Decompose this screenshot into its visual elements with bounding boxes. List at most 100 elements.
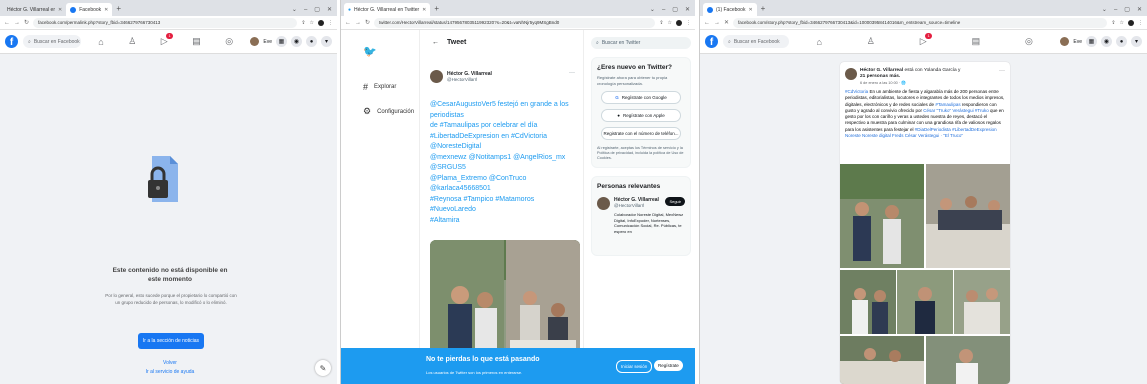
phone-signup-button[interactable]: Registrate con el número de teléfon... bbox=[601, 127, 681, 140]
avatar[interactable] bbox=[845, 68, 857, 80]
home-icon[interactable]: ⌂ bbox=[816, 37, 821, 47]
post-photo[interactable] bbox=[840, 270, 896, 334]
more-options-icon[interactable]: ··· bbox=[569, 70, 575, 76]
friends-icon[interactable]: ♙ bbox=[128, 36, 136, 47]
tweet-line[interactable]: #LibertadDeExpresion en #CdVictoria @Nor… bbox=[430, 132, 580, 153]
watch-icon[interactable]: ▷ 1 bbox=[920, 33, 932, 47]
profile-icon[interactable] bbox=[676, 19, 682, 26]
marketplace-icon[interactable]: ▤ bbox=[192, 36, 201, 47]
edit-icon[interactable]: ✎ bbox=[315, 360, 331, 376]
minimize-icon[interactable]: – bbox=[304, 7, 307, 13]
relevant-person[interactable]: Héctor G. Villarreal @HectorVillarrl Seg… bbox=[597, 197, 685, 210]
forward-icon[interactable]: → bbox=[14, 20, 20, 26]
search-input[interactable]: ⌕ Buscar en Facebook bbox=[23, 35, 81, 48]
back-arrow-icon[interactable]: ← bbox=[432, 39, 439, 46]
star-icon[interactable]: ☆ bbox=[1120, 20, 1124, 26]
reload-icon[interactable]: ↻ bbox=[365, 19, 370, 26]
avatar[interactable] bbox=[430, 70, 443, 83]
facebook-logo-icon[interactable]: f bbox=[705, 35, 718, 48]
notifications-icon[interactable]: ● bbox=[306, 36, 317, 47]
star-icon[interactable]: ☆ bbox=[668, 20, 672, 26]
profile-icon[interactable] bbox=[318, 19, 324, 26]
close-tab-icon[interactable]: ✕ bbox=[422, 7, 426, 13]
account-chevron-icon[interactable]: ▾ bbox=[1131, 36, 1142, 47]
tab-twitter[interactable]: ● Héctor G. Villarreal en Twitter ✕ bbox=[344, 3, 431, 16]
tab-search-icon[interactable]: ⌄ bbox=[292, 6, 297, 13]
messenger-icon[interactable]: ◉ bbox=[291, 36, 302, 47]
post-author[interactable]: Héctor G. Villarreal bbox=[860, 68, 903, 73]
close-window-icon[interactable]: ✕ bbox=[1137, 6, 1142, 13]
tab-search-icon[interactable]: ⌄ bbox=[1102, 6, 1107, 13]
share-icon[interactable]: ⇪ bbox=[659, 20, 663, 26]
post-hashtag[interactable]: César "Truko" Verástegui bbox=[923, 108, 973, 113]
menu-grid-icon[interactable]: ▦ bbox=[1086, 36, 1097, 47]
maximize-icon[interactable]: ▢ bbox=[314, 6, 320, 13]
tweet-line[interactable]: @CesarAugustoVer5 festejó en grande a lo… bbox=[430, 100, 580, 121]
url-field[interactable]: facebook.com/story.php?story_fbid=346627… bbox=[733, 17, 1108, 28]
share-icon[interactable]: ⇪ bbox=[301, 20, 305, 26]
tweet-line[interactable]: @mexnewz @Notitamps1 @AngelRios_mx @SRGU… bbox=[430, 153, 580, 174]
forward-icon[interactable]: → bbox=[714, 20, 720, 26]
stop-icon[interactable]: ✕ bbox=[724, 19, 729, 26]
post-time[interactable]: 6 de enero a las 10:00 · 🌐 bbox=[860, 80, 960, 85]
google-signup-button[interactable]: G Regístrate con Google bbox=[601, 91, 681, 104]
nav-settings[interactable]: ⚙ Configuración bbox=[363, 106, 414, 117]
post-photo[interactable] bbox=[926, 336, 1010, 384]
user-name[interactable]: Eve bbox=[263, 39, 272, 45]
close-tab-icon[interactable]: ✕ bbox=[104, 7, 108, 13]
tab-facebook[interactable]: Facebook ✕ bbox=[66, 3, 113, 16]
marketplace-icon[interactable]: ▤ bbox=[972, 36, 981, 47]
close-tab-icon[interactable]: ✕ bbox=[748, 7, 752, 13]
post-hashtag[interactable]: #Tamaulipas bbox=[935, 102, 960, 107]
post-photo[interactable] bbox=[926, 164, 1010, 268]
forward-icon[interactable]: → bbox=[355, 20, 361, 26]
tweet-author[interactable]: Héctor G. Villarreal @HectorVillarrl bbox=[430, 70, 492, 83]
nav-explore[interactable]: # Explorar bbox=[363, 82, 396, 92]
author-handle[interactable]: @HectorVillarrl bbox=[447, 77, 492, 82]
new-tab-button[interactable]: + bbox=[430, 3, 443, 16]
apple-signup-button[interactable]: ● Regístrate con Apple bbox=[601, 109, 681, 122]
star-icon[interactable]: ☆ bbox=[310, 20, 314, 26]
help-link[interactable]: Ir al servicio de ayuda bbox=[120, 369, 220, 375]
user-name[interactable]: Eve bbox=[1073, 39, 1082, 45]
back-icon[interactable]: ← bbox=[345, 20, 351, 26]
new-tab-button[interactable]: + bbox=[112, 3, 125, 16]
friends-icon[interactable]: ♙ bbox=[867, 36, 875, 47]
more-options-icon[interactable]: ··· bbox=[999, 68, 1005, 74]
tab-facebook[interactable]: (1) Facebook ✕ bbox=[703, 3, 757, 16]
url-field[interactable]: twitter.com/HectorVillarreal/status/1479… bbox=[374, 17, 656, 28]
post-photos[interactable] bbox=[840, 164, 1010, 384]
tweet-line[interactable]: #Altamira bbox=[430, 216, 580, 227]
post-photo[interactable] bbox=[954, 270, 1010, 334]
person-handle[interactable]: @HectorVillarrl bbox=[614, 203, 659, 208]
maximize-icon[interactable]: ▢ bbox=[672, 6, 678, 13]
back-icon[interactable]: ← bbox=[704, 20, 710, 26]
profile-icon[interactable] bbox=[1128, 19, 1134, 26]
groups-icon[interactable]: ◎ bbox=[1025, 36, 1033, 47]
close-window-icon[interactable]: ✕ bbox=[327, 6, 332, 13]
twitter-logo-icon[interactable]: 🐦 bbox=[363, 45, 377, 58]
tweet-line[interactable]: @Plama_Extremo @ConTruco @karlaca4566850… bbox=[430, 174, 580, 195]
news-feed-button[interactable]: Ir a la sección de noticias bbox=[138, 333, 204, 349]
post-photo[interactable] bbox=[897, 270, 953, 334]
maximize-icon[interactable]: ▢ bbox=[1124, 6, 1130, 13]
groups-icon[interactable]: ◎ bbox=[225, 36, 233, 47]
share-icon[interactable]: ⇪ bbox=[1111, 20, 1115, 26]
tweet-line[interactable]: #Reynosa #Tampico #Matamoros #NuevoLared… bbox=[430, 195, 580, 216]
search-input[interactable]: ⌕ Buscar en Facebook bbox=[723, 35, 789, 48]
reload-icon[interactable]: ↻ bbox=[24, 19, 29, 26]
post-photo[interactable] bbox=[840, 164, 924, 268]
menu-icon[interactable]: ⋮ bbox=[1138, 20, 1143, 26]
tab-search-icon[interactable]: ⌄ bbox=[650, 6, 655, 13]
back-icon[interactable]: ← bbox=[4, 20, 10, 26]
new-tab-button[interactable]: + bbox=[757, 3, 770, 16]
avatar[interactable] bbox=[597, 197, 610, 210]
url-field[interactable]: facebook.com/permalink.php?story_fbid=34… bbox=[33, 17, 298, 28]
tweet-line[interactable]: de #Tamaulipas por celebrar el día bbox=[430, 121, 580, 132]
watch-icon[interactable]: ▷ 1 bbox=[161, 33, 173, 47]
notifications-icon[interactable]: ● bbox=[1116, 36, 1127, 47]
search-input[interactable]: ⌕ Buscar en Twitter bbox=[591, 37, 691, 49]
menu-icon[interactable]: ⋮ bbox=[328, 20, 333, 26]
menu-grid-icon[interactable]: ▦ bbox=[276, 36, 287, 47]
post-photo[interactable] bbox=[840, 336, 924, 384]
